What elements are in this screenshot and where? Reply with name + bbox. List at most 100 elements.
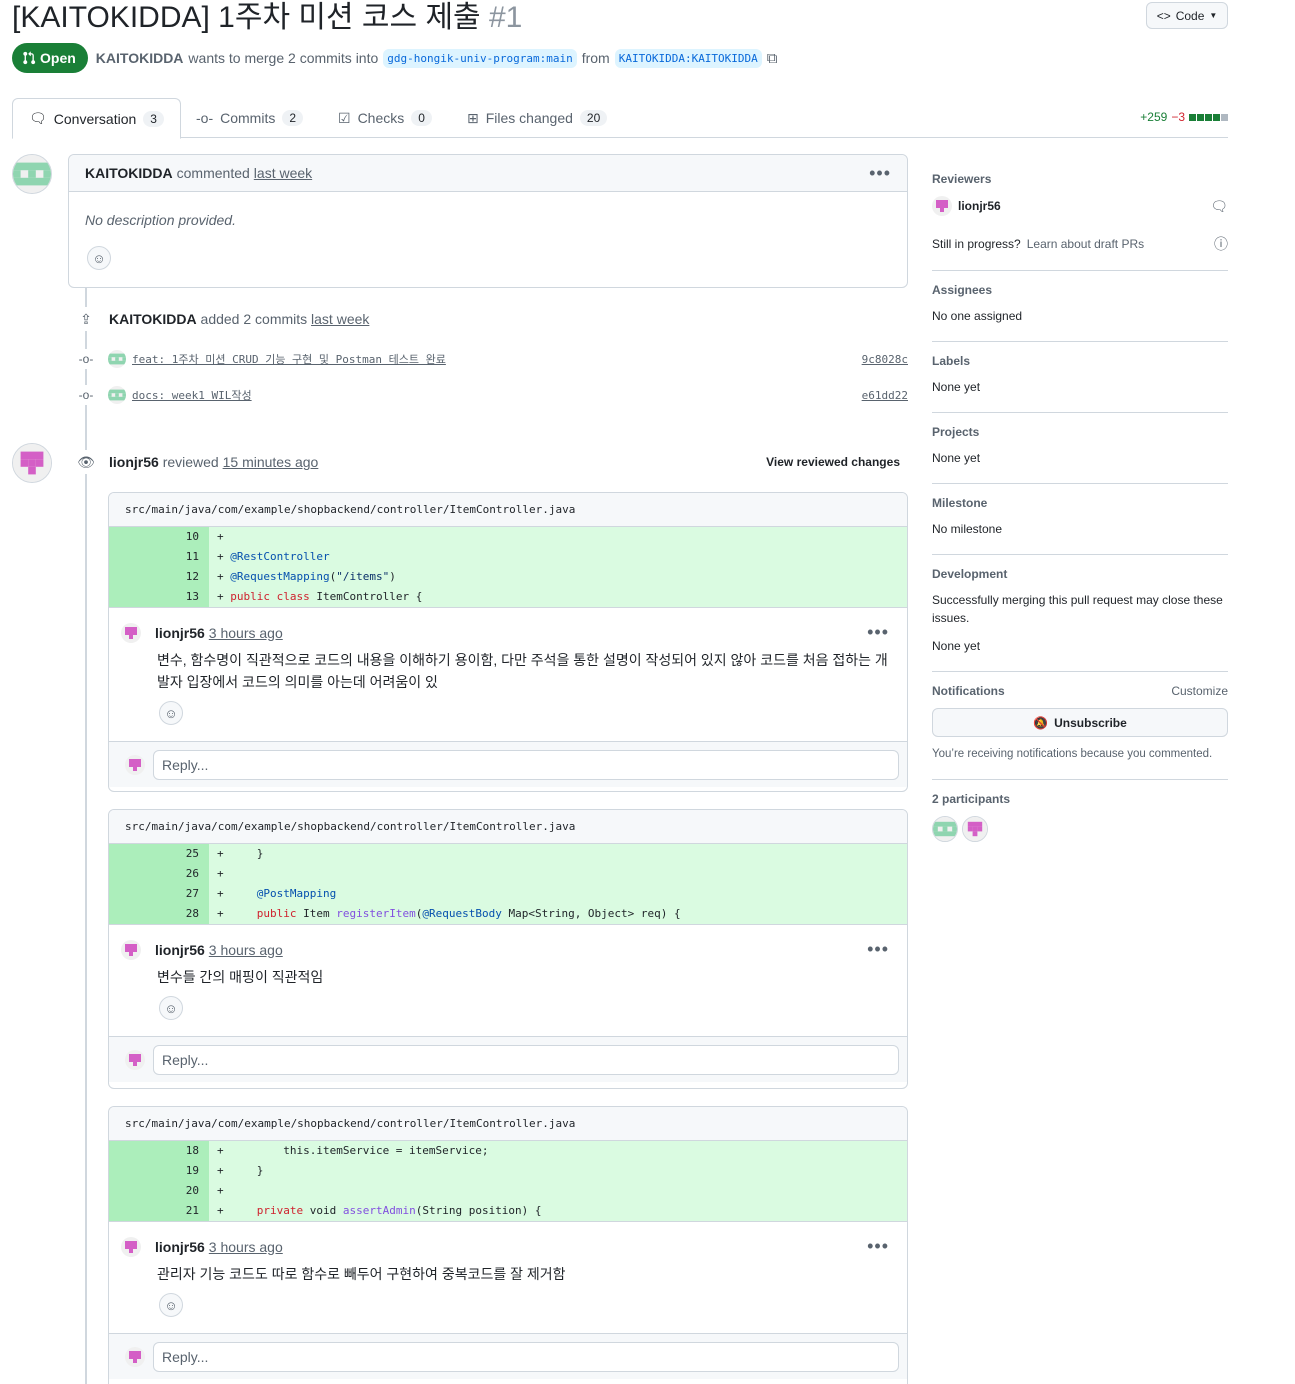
comment-time[interactable]: 3 hours ago bbox=[209, 942, 283, 958]
tab-label: Checks bbox=[357, 110, 405, 126]
code-line: + bbox=[209, 527, 907, 547]
comment-author[interactable]: KAITOKIDDA bbox=[85, 165, 173, 181]
comment-author[interactable]: lionjr56 bbox=[155, 1239, 205, 1255]
comment-time[interactable]: 3 hours ago bbox=[209, 1239, 283, 1255]
line-number[interactable]: 10 bbox=[109, 527, 209, 547]
line-number[interactable]: 18 bbox=[109, 1141, 209, 1161]
tab-conversation[interactable]: 🗨 Conversation 3 bbox=[12, 98, 181, 139]
tab-commits[interactable]: -o- Commits 2 bbox=[196, 98, 304, 138]
avatar[interactable] bbox=[12, 154, 52, 194]
avatar[interactable] bbox=[121, 939, 141, 960]
draft-link[interactable]: Learn about draft PRs bbox=[1027, 237, 1144, 251]
event-author[interactable]: KAITOKIDDA bbox=[109, 311, 197, 327]
line-number[interactable]: 28 bbox=[109, 904, 209, 924]
tab-files-changed[interactable]: ⊞ Files changed 20 bbox=[467, 98, 608, 138]
review-time[interactable]: 15 minutes ago bbox=[223, 454, 319, 470]
assignees-title[interactable]: Assignees bbox=[932, 283, 1228, 297]
avatar[interactable] bbox=[932, 816, 958, 842]
smiley-icon[interactable]: ☺ bbox=[159, 996, 183, 1020]
assignees-value: No one assigned bbox=[932, 309, 1023, 323]
tab-checks[interactable]: ☑ Checks 0 bbox=[338, 98, 432, 138]
review-thread: src/main/java/com/example/shopbackend/co… bbox=[108, 492, 908, 792]
development-title[interactable]: Development bbox=[932, 567, 1228, 581]
line-number[interactable]: 20 bbox=[109, 1181, 209, 1201]
review-event: 👁 lionjr56 reviewed 15 minutes ago View … bbox=[74, 450, 908, 474]
commit-sha[interactable]: e61dd22 bbox=[862, 389, 908, 402]
avatar[interactable] bbox=[108, 350, 126, 368]
avatar[interactable] bbox=[962, 816, 988, 842]
reviewer-link[interactable]: lionjr56 bbox=[109, 454, 159, 470]
diffstat-block bbox=[1213, 113, 1220, 121]
smiley-icon[interactable]: ☺ bbox=[87, 246, 111, 270]
tab-counter: 20 bbox=[579, 110, 608, 126]
customize-link[interactable]: Customize bbox=[1171, 684, 1228, 698]
kebab-horizontal-icon[interactable]: ••• bbox=[867, 1236, 889, 1257]
smiley-icon[interactable]: ☺ bbox=[159, 1293, 183, 1317]
diff-line: 11 + @RestController bbox=[109, 547, 907, 567]
avatar[interactable] bbox=[108, 386, 126, 404]
line-number[interactable]: 13 bbox=[109, 587, 209, 607]
avatar[interactable] bbox=[121, 622, 141, 643]
unsubscribe-button[interactable]: 🔕 Unsubscribe bbox=[932, 708, 1228, 737]
reply-input[interactable]: Reply... bbox=[153, 1044, 899, 1075]
avatar[interactable] bbox=[932, 196, 952, 216]
labels-title[interactable]: Labels bbox=[932, 354, 1228, 368]
kaitokidda-identicon bbox=[13, 155, 51, 193]
reply-bar: Reply... bbox=[109, 741, 907, 787]
file-path[interactable]: src/main/java/com/example/shopbackend/co… bbox=[109, 493, 907, 527]
draft-question: Still in progress? bbox=[932, 237, 1021, 251]
draft-row: Still in progress? Learn about draft PRs… bbox=[932, 234, 1228, 254]
milestone-title[interactable]: Milestone bbox=[932, 496, 1228, 510]
comment-header: KAITOKIDDA commented last week ••• bbox=[69, 155, 907, 192]
line-number[interactable]: 25 bbox=[109, 844, 209, 864]
comment-author[interactable]: lionjr56 bbox=[155, 625, 205, 641]
comment-time[interactable]: last week bbox=[254, 165, 312, 181]
reviewers-section: Reviewers lionjr56 🗨 Still in progress? … bbox=[932, 160, 1228, 271]
comment-time[interactable]: 3 hours ago bbox=[209, 625, 283, 641]
comment-icon[interactable]: 🗨 bbox=[1210, 198, 1228, 215]
commit-sha[interactable]: 9c8028c bbox=[862, 353, 908, 366]
base-branch[interactable]: gdg-hongik-univ-program:main bbox=[383, 48, 577, 68]
pr-author-link[interactable]: KAITOKIDDA bbox=[96, 50, 184, 66]
diff-line: 27 + @PostMapping bbox=[109, 884, 907, 904]
reply-input[interactable]: Reply... bbox=[153, 749, 899, 780]
copy-icon[interactable]: ⧉ bbox=[767, 50, 778, 67]
kebab-horizontal-icon[interactable]: ••• bbox=[867, 622, 889, 643]
kebab-horizontal-icon[interactable]: ••• bbox=[869, 163, 891, 184]
avatar[interactable] bbox=[121, 1236, 141, 1257]
reply-input[interactable]: Reply... bbox=[153, 1341, 899, 1372]
kebab-horizontal-icon[interactable]: ••• bbox=[867, 939, 889, 960]
file-path[interactable]: src/main/java/com/example/shopbackend/co… bbox=[109, 1107, 907, 1141]
git-commit-icon: -o- bbox=[76, 349, 96, 369]
development-value: None yet bbox=[932, 639, 981, 653]
smiley-icon[interactable]: ☺ bbox=[159, 701, 183, 725]
head-branch[interactable]: KAITOKIDDA:KAITOKIDDA bbox=[614, 48, 762, 68]
line-number[interactable]: 27 bbox=[109, 884, 209, 904]
event-time[interactable]: last week bbox=[311, 311, 369, 327]
projects-title[interactable]: Projects bbox=[932, 425, 1228, 439]
commit-message[interactable]: docs: week1 WIL작성 bbox=[132, 387, 252, 403]
line-number[interactable]: 11 bbox=[109, 547, 209, 567]
reviewer-name[interactable]: lionjr56 bbox=[958, 199, 1001, 213]
line-number[interactable]: 19 bbox=[109, 1161, 209, 1181]
code-button[interactable]: <> Code ▼ bbox=[1146, 2, 1228, 29]
comment-discussion-icon: 🗨 bbox=[29, 110, 47, 126]
review-comment-header: lionjr56 3 hours ago ••• bbox=[121, 622, 895, 643]
line-number[interactable]: 26 bbox=[109, 864, 209, 884]
reviewers-title[interactable]: Reviewers bbox=[932, 172, 1228, 186]
commit-message[interactable]: feat: 1주차 미션 CRUD 기능 구현 및 Postman 테스트 완료 bbox=[132, 351, 446, 367]
view-reviewed-changes-link[interactable]: View reviewed changes bbox=[766, 455, 900, 469]
line-number[interactable]: 21 bbox=[109, 1201, 209, 1221]
tab-label: Commits bbox=[220, 110, 276, 126]
additions-count: +259 bbox=[1140, 110, 1168, 124]
file-path[interactable]: src/main/java/com/example/shopbackend/co… bbox=[109, 810, 907, 844]
pr-tabs: 🗨 Conversation 3 -o- Commits 2 ☑ Checks … bbox=[12, 98, 1228, 139]
tab-label: Conversation bbox=[53, 110, 137, 127]
comment-author[interactable]: lionjr56 bbox=[155, 942, 205, 958]
avatar[interactable] bbox=[12, 443, 52, 483]
info-icon[interactable]: ⓘ bbox=[1214, 234, 1228, 254]
comment-body: No description provided. bbox=[85, 212, 236, 228]
review-thread: src/main/java/com/example/shopbackend/co… bbox=[108, 809, 908, 1089]
line-number[interactable]: 12 bbox=[109, 567, 209, 587]
diff-line: 10 + bbox=[109, 527, 907, 547]
